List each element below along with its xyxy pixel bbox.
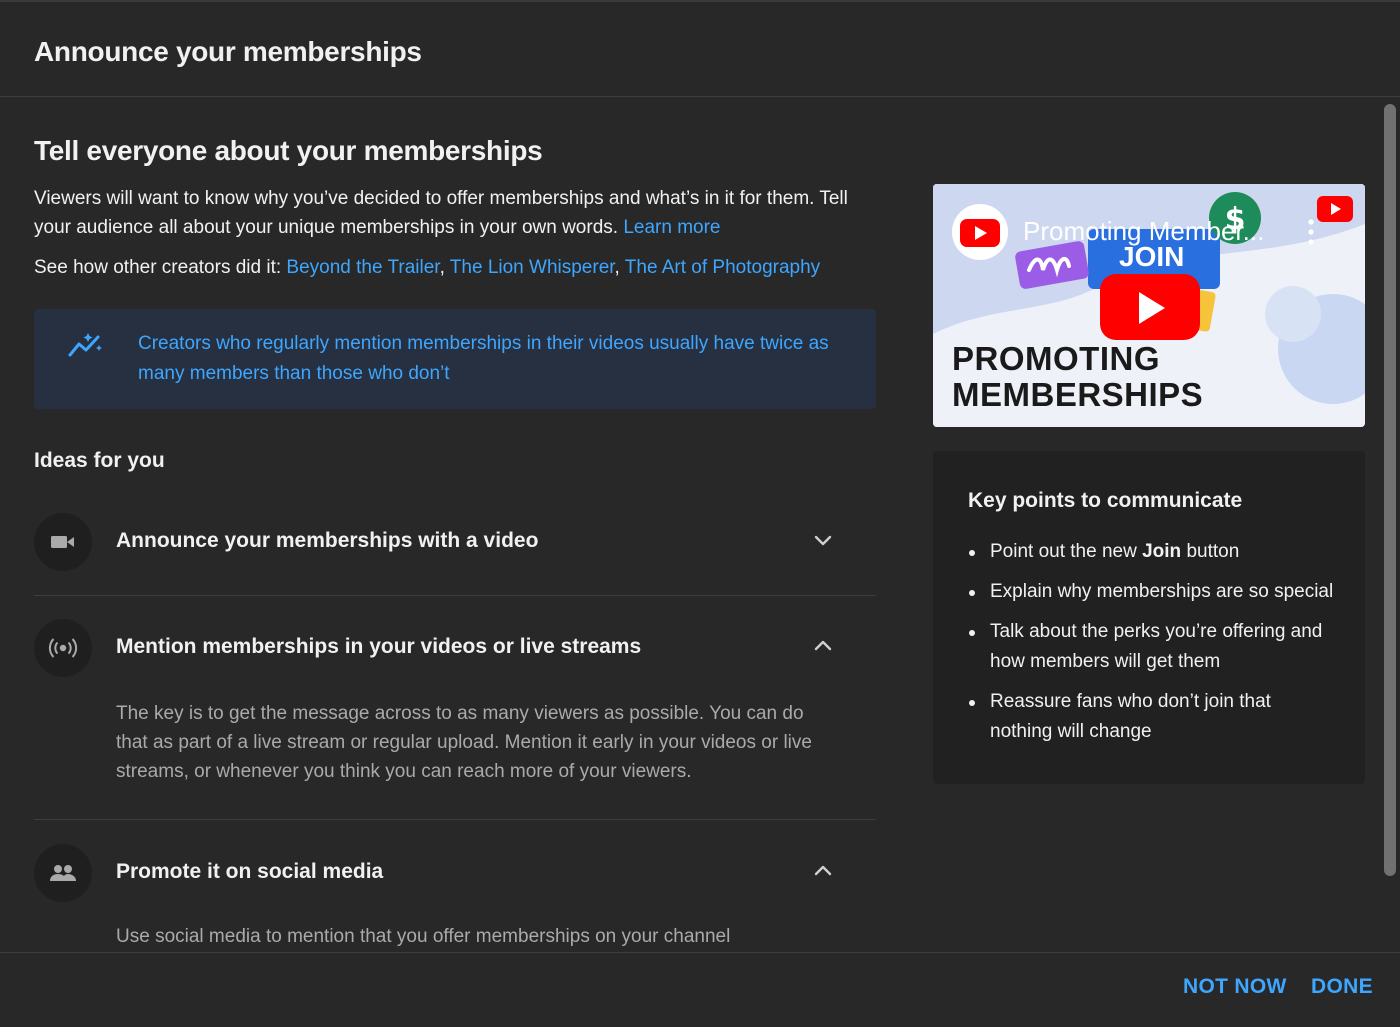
idea-header-video[interactable]: Announce your memberships with a video bbox=[34, 513, 876, 573]
examples-prefix: See how other creators did it: bbox=[34, 257, 282, 278]
chevron-up-icon[interactable] bbox=[812, 635, 834, 657]
videocam-icon bbox=[34, 513, 92, 571]
chevron-up-icon[interactable] bbox=[812, 860, 834, 882]
idea-header-social[interactable]: Promote it on social media bbox=[34, 844, 876, 904]
examples-separator: , bbox=[614, 257, 620, 278]
dialog-content: Tell everyone about your memberships Vie… bbox=[0, 98, 1380, 951]
insight-text: Creators who regularly mention membershi… bbox=[138, 333, 829, 384]
intro-paragraph: Viewers will want to know why you’ve dec… bbox=[34, 184, 864, 242]
idea-item-video: Announce your memberships with a video bbox=[34, 513, 876, 573]
idea-header-mention[interactable]: Mention memberships in your videos or li… bbox=[34, 619, 876, 679]
thumbnail-headline-2: MEMBERSHIPS bbox=[952, 376, 1204, 413]
idea-title: Announce your memberships with a video bbox=[116, 529, 539, 552]
example-link-art-of-photography[interactable]: The Art of Photography bbox=[625, 257, 820, 278]
key-points-list: Point out the new Join button Explain wh… bbox=[968, 537, 1338, 757]
dialog-footer: NOT NOW DONE bbox=[0, 952, 1400, 1027]
examples-line: See how other creators did it: Beyond th… bbox=[34, 254, 820, 282]
not-now-button[interactable]: NOT NOW bbox=[1183, 975, 1287, 999]
idea-title: Mention memberships in your videos or li… bbox=[116, 635, 642, 658]
live-broadcast-icon bbox=[34, 619, 92, 677]
thumbnail-headline-1: PROMOTING bbox=[952, 340, 1160, 377]
key-points-card: Key points to communicate Point out the … bbox=[933, 451, 1365, 784]
idea-description: The key is to get the message across to … bbox=[116, 703, 812, 782]
insight-banner: Creators who regularly mention membershi… bbox=[34, 309, 876, 409]
trending-sparkle-icon bbox=[68, 333, 102, 357]
key-point: Reassure fans who don’t join that nothin… bbox=[968, 687, 1338, 747]
key-points-title: Key points to communicate bbox=[968, 489, 1243, 512]
idea-title: Promote it on social media bbox=[116, 860, 384, 883]
key-point: Explain why memberships are so special bbox=[968, 577, 1338, 607]
dialog-header: Announce your memberships bbox=[0, 2, 1400, 97]
intro-text: Viewers will want to know why you’ve dec… bbox=[34, 188, 848, 238]
video-thumbnail[interactable]: $ Promoting Member... JOIN PROMOTING MEM… bbox=[933, 184, 1365, 427]
ideas-heading: Ideas for you bbox=[34, 449, 165, 472]
section-title: Tell everyone about your memberships bbox=[34, 135, 543, 166]
done-button[interactable]: DONE bbox=[1311, 975, 1373, 999]
idea-item-social: Promote it on social media Use social me… bbox=[34, 844, 876, 947]
scrollbar[interactable] bbox=[1384, 104, 1396, 876]
idea-item-mention: Mention memberships in your videos or li… bbox=[34, 619, 876, 782]
divider bbox=[34, 595, 876, 596]
example-link-lion-whisperer[interactable]: The Lion Whisperer bbox=[450, 257, 615, 278]
divider bbox=[34, 819, 876, 820]
key-point: Point out the new Join button bbox=[968, 537, 1338, 567]
example-link-beyond-the-trailer[interactable]: Beyond the Trailer bbox=[286, 257, 439, 278]
dialog-title: Announce your memberships bbox=[34, 36, 422, 67]
idea-description: Use social media to mention that you off… bbox=[116, 926, 731, 947]
announce-memberships-dialog: Announce your memberships Tell everyone … bbox=[0, 0, 1400, 1027]
chevron-down-icon[interactable] bbox=[812, 529, 834, 551]
examples-separator: , bbox=[439, 257, 445, 278]
people-icon bbox=[34, 844, 92, 902]
key-point: Talk about the perks you’re offering and… bbox=[968, 617, 1338, 677]
learn-more-link[interactable]: Learn more bbox=[623, 217, 720, 238]
join-label: JOIN bbox=[1119, 241, 1185, 272]
